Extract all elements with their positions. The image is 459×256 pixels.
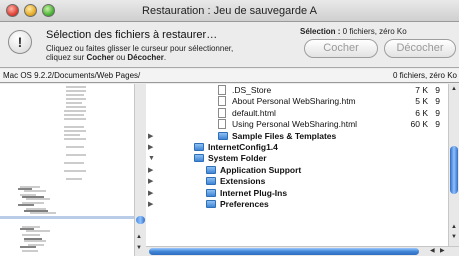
document-icon bbox=[218, 85, 226, 95]
title-bar[interactable]: Restauration : Jeu de sauvegarde A bbox=[0, 0, 459, 22]
file-size: 5 K bbox=[415, 96, 428, 107]
folder-icon bbox=[206, 188, 216, 197]
file-name: Preferences bbox=[220, 199, 269, 209]
scroll-up-arrow-icon[interactable]: ▲ bbox=[136, 234, 142, 240]
scroll-up-arrow-icon[interactable]: ▲ bbox=[451, 224, 457, 230]
file-date-cell: 9 bbox=[435, 85, 440, 95]
disclosure-triangle-icon[interactable]: ▶ bbox=[148, 176, 153, 187]
folder-icon bbox=[218, 131, 228, 140]
instructions-text: ou bbox=[114, 53, 128, 62]
disclosure-triangle-icon[interactable]: ▶ bbox=[148, 165, 153, 176]
overview-scrollbar[interactable]: ▲ ▼ bbox=[134, 84, 146, 256]
instructions-text: cliquez sur bbox=[46, 53, 87, 62]
instructions-decocher-word: Décocher bbox=[127, 53, 164, 62]
file-date-cell: 9 bbox=[435, 96, 440, 107]
list-item[interactable]: ▶ Internet Plug-Ins bbox=[146, 188, 448, 199]
file-tree-minimap bbox=[18, 86, 86, 252]
list-item[interactable]: ▶ Extensions bbox=[146, 176, 448, 187]
file-count: 0 fichiers, zéro Ko bbox=[392, 71, 457, 80]
scroll-right-arrow-icon[interactable]: ▶ bbox=[440, 247, 445, 254]
list-item[interactable]: Using Personal WebSharing.html 60 K 9 bbox=[146, 119, 448, 130]
instructions-heading: Sélection des fichiers à restaurer… bbox=[46, 29, 218, 41]
folder-icon bbox=[194, 143, 204, 151]
file-list-scroll-thumb[interactable] bbox=[450, 146, 458, 194]
folder-icon bbox=[194, 154, 204, 163]
list-item[interactable]: default.html 6 K 9 bbox=[146, 107, 448, 119]
document-icon bbox=[218, 107, 226, 118]
instructions-line-1: Cliquez ou faites glisser le curseur pou… bbox=[46, 44, 234, 53]
selection-value: 0 fichiers, zéro Ko bbox=[340, 27, 407, 36]
scroll-left-arrow-icon[interactable]: ◀ bbox=[430, 247, 435, 254]
file-name: System Folder bbox=[208, 153, 267, 164]
overview-selection-band bbox=[0, 216, 134, 219]
current-path: Mac OS 9.2.2/Documents/Web Pages/ bbox=[3, 71, 141, 80]
file-size: 6 K bbox=[415, 107, 428, 118]
file-name: Using Personal WebSharing.html bbox=[232, 119, 358, 130]
folder-icon bbox=[206, 177, 216, 186]
disclosure-triangle-icon[interactable]: ▶ bbox=[148, 142, 153, 153]
scroll-down-arrow-icon[interactable]: ▼ bbox=[136, 245, 142, 251]
file-name: .DS_Store bbox=[232, 85, 272, 95]
list-item[interactable]: ▶ InternetConfig1.4 bbox=[146, 142, 448, 153]
file-list-horizontal-scrollbar[interactable]: ◀ ▶ bbox=[146, 246, 459, 256]
selection-label: Sélection : bbox=[300, 27, 341, 36]
file-list-vertical-scrollbar[interactable]: ▲ ▲ ▼ bbox=[448, 84, 459, 246]
horizontal-scroll-thumb[interactable] bbox=[149, 248, 419, 255]
folder-icon bbox=[206, 200, 216, 208]
document-icon bbox=[218, 119, 226, 130]
instructions-text: . bbox=[163, 53, 167, 62]
file-name: default.html bbox=[232, 107, 276, 118]
file-name: Internet Plug-Ins bbox=[220, 187, 288, 198]
decocher-button[interactable]: Décocher bbox=[384, 39, 456, 58]
overview-column[interactable] bbox=[0, 84, 135, 256]
file-list[interactable]: .DS_Store 7 K 9 About Personal WebSharing.h… bbox=[146, 84, 448, 246]
list-item[interactable]: ▼ System Folder bbox=[146, 153, 448, 164]
path-bar: Mac OS 9.2.2/Documents/Web Pages/ 0 fich… bbox=[0, 69, 459, 83]
file-name: Sample Files & Templates bbox=[232, 130, 337, 141]
file-size: 7 K bbox=[415, 85, 428, 95]
instructions-line-2: cliquez sur Cocher ou Décocher. bbox=[46, 53, 166, 62]
list-item[interactable]: ▶ Sample Files & Templates bbox=[146, 131, 448, 142]
document-icon bbox=[218, 96, 226, 107]
file-date-cell: 9 bbox=[435, 107, 440, 118]
list-item[interactable]: About Personal WebSharing.htm 5 K 9 bbox=[146, 96, 448, 107]
exclamation-icon: ! bbox=[8, 30, 32, 54]
folder-icon bbox=[206, 165, 216, 174]
file-date-cell: 9 bbox=[435, 119, 440, 130]
disclosure-triangle-icon[interactable]: ▶ bbox=[148, 188, 153, 199]
file-size: 60 K bbox=[410, 119, 429, 130]
list-item[interactable]: .DS_Store 7 K 9 bbox=[146, 85, 448, 96]
scroll-down-arrow-icon[interactable]: ▼ bbox=[451, 234, 457, 240]
scroll-up-arrow-icon[interactable]: ▲ bbox=[451, 86, 457, 92]
disclosure-triangle-icon[interactable]: ▼ bbox=[148, 153, 155, 164]
list-item[interactable]: ▶ Preferences bbox=[146, 199, 448, 210]
list-item[interactable]: ▶ Application Support bbox=[146, 165, 448, 176]
instructions-panel: ! Sélection des fichiers à restaurer… Cl… bbox=[0, 22, 459, 68]
overview-scroll-thumb[interactable] bbox=[136, 216, 145, 224]
disclosure-triangle-icon[interactable]: ▶ bbox=[148, 199, 153, 210]
instructions-cocher-word: Cocher bbox=[86, 53, 115, 62]
disclosure-triangle-icon[interactable]: ▶ bbox=[148, 131, 153, 142]
file-name: InternetConfig1.4 bbox=[208, 142, 278, 152]
selection-status: Sélection : 0 fichiers, zéro Ko bbox=[300, 27, 407, 36]
file-name: About Personal WebSharing.htm bbox=[232, 96, 356, 107]
cocher-button[interactable]: Cocher bbox=[304, 39, 378, 58]
file-name: Application Support bbox=[220, 164, 302, 175]
file-name: Extensions bbox=[220, 176, 266, 187]
window-title: Restauration : Jeu de sauvegarde A bbox=[142, 5, 317, 17]
restore-window: Restauration : Jeu de sauvegarde A ! Sél… bbox=[0, 0, 459, 256]
